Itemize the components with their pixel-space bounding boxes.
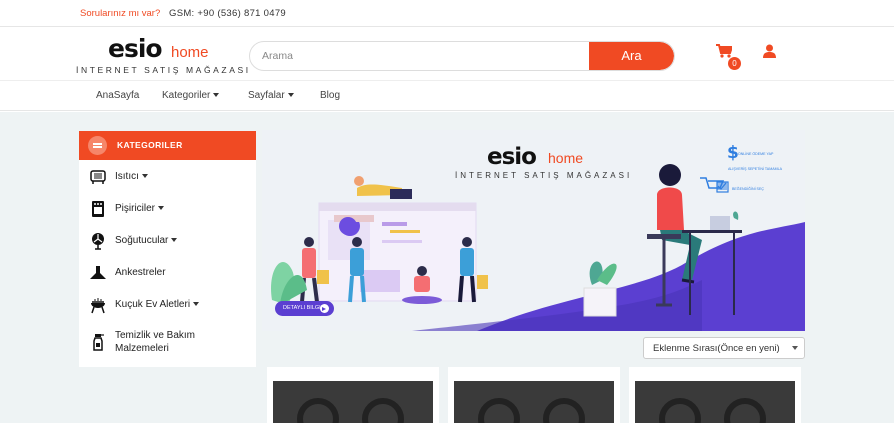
nav-item-categories[interactable]: Kategoriler (162, 90, 220, 101)
category-item-heater[interactable]: Isıtıcı (89, 166, 254, 188)
banner-logo-brand: esio (487, 144, 536, 170)
user-account-button[interactable] (763, 44, 779, 60)
site-logo[interactable]: esio home İNTERNET SATIŞ MAĞAZASI (76, 34, 248, 78)
product-card[interactable] (267, 367, 439, 423)
cart-count-badge: 0 (728, 57, 741, 70)
chevron-down-icon (287, 93, 294, 98)
product-card[interactable] (448, 367, 620, 423)
sort-selected-value: Eklenme Sırası(Önce en yeni) (653, 343, 780, 354)
category-item-label: Isıtıcı (115, 171, 148, 182)
nav-item-home[interactable]: AnaSayfa (96, 90, 139, 101)
chevron-down-icon (193, 302, 200, 307)
oven-icon (92, 201, 104, 217)
category-label-text: Kuçuk Ev Aletleri (115, 299, 191, 310)
chevron-down-icon (171, 238, 178, 243)
search-input[interactable] (250, 42, 590, 70)
chevron-down-icon (213, 93, 220, 98)
nav-item-label: Kategoriler (162, 90, 211, 101)
category-item-label: Temizlik ve Bakım Malzemeleri (115, 330, 196, 354)
banner-button-label: DETAYLI BILGI? (283, 305, 324, 311)
category-item-coolers[interactable]: Soğutucular (89, 230, 254, 252)
logo-home: home (171, 44, 209, 61)
user-icon (763, 44, 776, 58)
menu-icon (88, 136, 107, 155)
chevron-down-icon (141, 174, 148, 179)
logo-tagline: İNTERNET SATIŞ MAĞAZASI (76, 65, 251, 75)
banner-logo-home: home (548, 150, 583, 166)
hero-illustration: $ esio home İNTERNET SATIŞ MAĞAZASI ONLİ… (271, 143, 805, 331)
category-item-cleaning[interactable]: Temizlik ve Bakım Malzemeleri (89, 329, 254, 359)
heater-icon (90, 170, 106, 184)
grill-icon (91, 298, 105, 314)
contact-question[interactable]: Sorularınız mı var? (80, 8, 160, 19)
category-item-label: Kuçuk Ev Aletleri (115, 299, 200, 310)
top-bar: Sorularınız mı var? GSM: +90 (536) 871 0… (0, 0, 894, 27)
product-image (454, 381, 614, 423)
banner-logo-tagline: İNTERNET SATIŞ MAĞAZASI (455, 171, 632, 180)
category-label-text: Pişiriciler (115, 203, 155, 214)
banner-step-1: ONLİNE ÖDEME YAP (738, 151, 774, 156)
category-item-label: Soğutucular (115, 235, 178, 246)
category-label-text: Isıtıcı (115, 171, 139, 182)
fan-icon (92, 233, 104, 250)
category-sidebar: KATEGORILER Isıtıcı Pişiriciler Soğutucu… (79, 131, 256, 367)
nav-item-pages[interactable]: Sayfalar (248, 90, 294, 101)
category-item-hoods[interactable]: Ankestreler (89, 262, 254, 284)
product-image (273, 381, 433, 423)
main-nav: AnaSayfa Kategoriler Sayfalar Blog (0, 80, 894, 111)
sort-select[interactable]: Eklenme Sırası(Önce en yeni) (643, 337, 805, 359)
product-card[interactable] (629, 367, 801, 423)
banner-step-3: BEĞENDİĞİNİ SEÇ (732, 186, 764, 191)
banner-step-2: ALIŞVERİŞ SEPETİNİ TAMAMLA (728, 166, 783, 171)
nav-item-label: Sayfalar (248, 90, 285, 101)
category-item-small-appliances[interactable]: Kuçuk Ev Aletleri (89, 294, 254, 316)
search-bar: Ara (249, 41, 675, 71)
chevron-down-icon (792, 346, 798, 350)
chevron-right-icon (320, 304, 329, 313)
logo-brand: esio (108, 34, 163, 63)
spray-bottle-icon (93, 334, 104, 351)
category-item-cookers[interactable]: Pişiriciler (89, 198, 254, 220)
category-title: KATEGORILER (117, 140, 183, 150)
hood-icon (90, 266, 106, 279)
cart-icon (716, 44, 734, 58)
chevron-down-icon (158, 206, 164, 211)
contact-phone: GSM: +90 (536) 871 0479 (169, 8, 287, 19)
cart-button[interactable]: 0 (716, 44, 741, 70)
category-item-label: Ankestreler (115, 267, 166, 278)
category-header[interactable]: KATEGORILER (79, 131, 256, 160)
category-label-text: Soğutucular (115, 235, 169, 246)
banner-more-info-button[interactable]: DETAYLI BILGI? (275, 301, 334, 316)
hero-banner[interactable]: $ esio home İNTERNET SATIŞ MAĞAZASI ONLİ… (262, 130, 805, 331)
nav-item-blog[interactable]: Blog (320, 90, 340, 101)
search-button[interactable]: Ara (589, 42, 674, 70)
product-image (635, 381, 795, 423)
main-content: KATEGORILER Isıtıcı Pişiriciler Soğutucu… (0, 112, 894, 423)
category-item-label: Pişiriciler (115, 203, 164, 214)
